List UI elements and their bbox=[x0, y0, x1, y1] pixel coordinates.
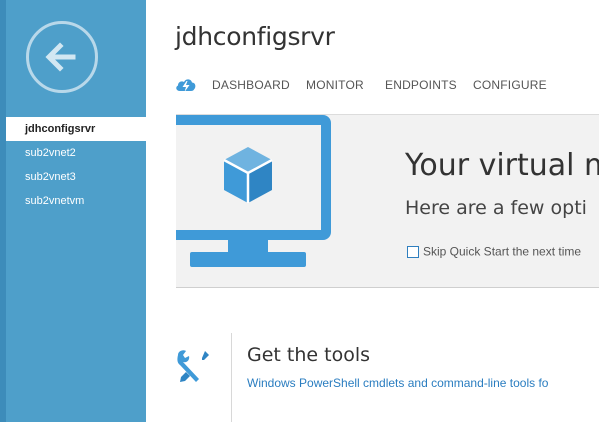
banner-subtext: Here are a few opti bbox=[405, 197, 587, 219]
monitor-icon bbox=[176, 115, 331, 267]
tools-divider bbox=[231, 333, 232, 422]
tools-heading: Get the tools bbox=[247, 344, 370, 366]
left-nav: jdhconfigsrvr sub2vnet2 sub2vnet3 sub2vn… bbox=[0, 0, 146, 422]
skip-quickstart-option[interactable]: Skip Quick Start the next time bbox=[407, 241, 581, 260]
tab-monitor[interactable]: MONITOR bbox=[306, 78, 364, 92]
skip-quickstart-checkbox[interactable] bbox=[407, 245, 419, 258]
tab-dashboard[interactable]: DASHBOARD bbox=[212, 78, 290, 92]
quickstart-banner: Your virtual ma Here are a few opti Skip… bbox=[176, 114, 599, 288]
sidebar-item-sub2vnetvm[interactable]: sub2vnetvm bbox=[0, 189, 146, 213]
sidebar-item-jdhconfigsrvr[interactable]: jdhconfigsrvr bbox=[6, 117, 146, 141]
sidebar-list: jdhconfigsrvr sub2vnet2 sub2vnet3 sub2vn… bbox=[0, 117, 146, 213]
cloud-lightning-icon[interactable] bbox=[175, 77, 197, 93]
skip-quickstart-label: Skip Quick Start the next time bbox=[423, 244, 582, 259]
page-title: jdhconfigsrvr bbox=[175, 22, 335, 51]
banner-headline: Your virtual ma bbox=[405, 148, 599, 183]
back-button[interactable] bbox=[26, 21, 98, 93]
tab-configure[interactable]: CONFIGURE bbox=[473, 78, 547, 92]
sidebar-item-sub2vnet3[interactable]: sub2vnet3 bbox=[0, 165, 146, 189]
tab-endpoints[interactable]: ENDPOINTS bbox=[385, 78, 457, 92]
powershell-tools-link[interactable]: Windows PowerShell cmdlets and command-l… bbox=[247, 376, 548, 390]
back-arrow-icon bbox=[45, 42, 76, 72]
tools-icon bbox=[177, 350, 209, 382]
sidebar-item-sub2vnet2[interactable]: sub2vnet2 bbox=[0, 141, 146, 165]
